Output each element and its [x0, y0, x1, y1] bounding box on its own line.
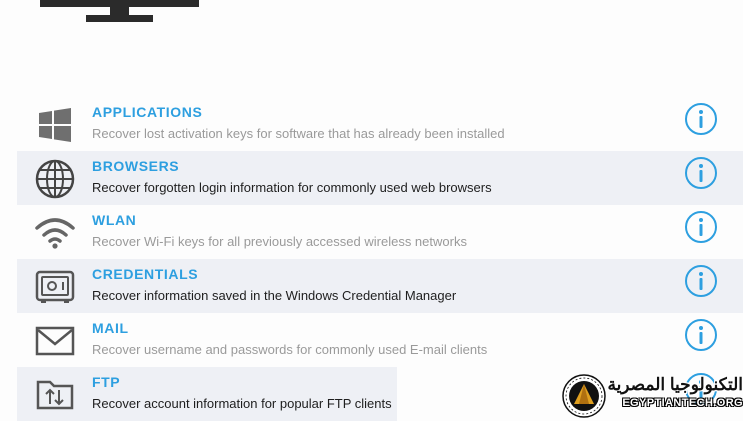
- row-description: Recover account information for popular …: [92, 396, 392, 411]
- row-mail[interactable]: MAIL Recover username and passwords for …: [17, 313, 743, 367]
- row-title: BROWSERS: [92, 158, 180, 174]
- row-description: Recover lost activation keys for softwar…: [92, 126, 505, 141]
- row-applications[interactable]: APPLICATIONS Recover lost activation key…: [17, 97, 743, 151]
- watermark-arabic-text: التكنولوجيا المصرية: [607, 375, 743, 394]
- info-icon[interactable]: [684, 210, 718, 244]
- globe-icon: [33, 159, 77, 199]
- row-title: FTP: [92, 374, 121, 390]
- row-wlan[interactable]: WLAN Recover Wi-Fi keys for all previous…: [17, 205, 743, 259]
- envelope-icon: [33, 322, 77, 360]
- monitor-icon: [40, 0, 199, 22]
- safe-icon: [33, 268, 77, 306]
- row-description: Recover username and passwords for commo…: [92, 342, 488, 357]
- info-icon[interactable]: [684, 264, 718, 298]
- ftp-transfer-icon: [33, 376, 77, 414]
- row-browsers[interactable]: BROWSERS Recover forgotten login informa…: [17, 151, 743, 205]
- windows-icon: [33, 106, 77, 144]
- info-icon[interactable]: [684, 156, 718, 190]
- row-description: Recover information saved in the Windows…: [92, 288, 457, 303]
- row-title: APPLICATIONS: [92, 104, 203, 120]
- row-title: MAIL: [92, 320, 129, 336]
- wifi-icon: [33, 214, 77, 252]
- row-credentials[interactable]: CREDENTIALS Recover information saved in…: [17, 259, 743, 313]
- row-description: Recover Wi-Fi keys for all previously ac…: [92, 234, 467, 249]
- info-icon[interactable]: [684, 102, 718, 136]
- watermark-url-text: EGYPTIANTECH.ORG: [622, 397, 743, 409]
- watermark: التكنولوجيا المصرية EGYPTIANTECH.ORG: [560, 372, 743, 418]
- row-title: WLAN: [92, 212, 137, 228]
- info-icon[interactable]: [684, 318, 718, 352]
- row-description: Recover forgotten login information for …: [92, 180, 492, 195]
- row-title: CREDENTIALS: [92, 266, 199, 282]
